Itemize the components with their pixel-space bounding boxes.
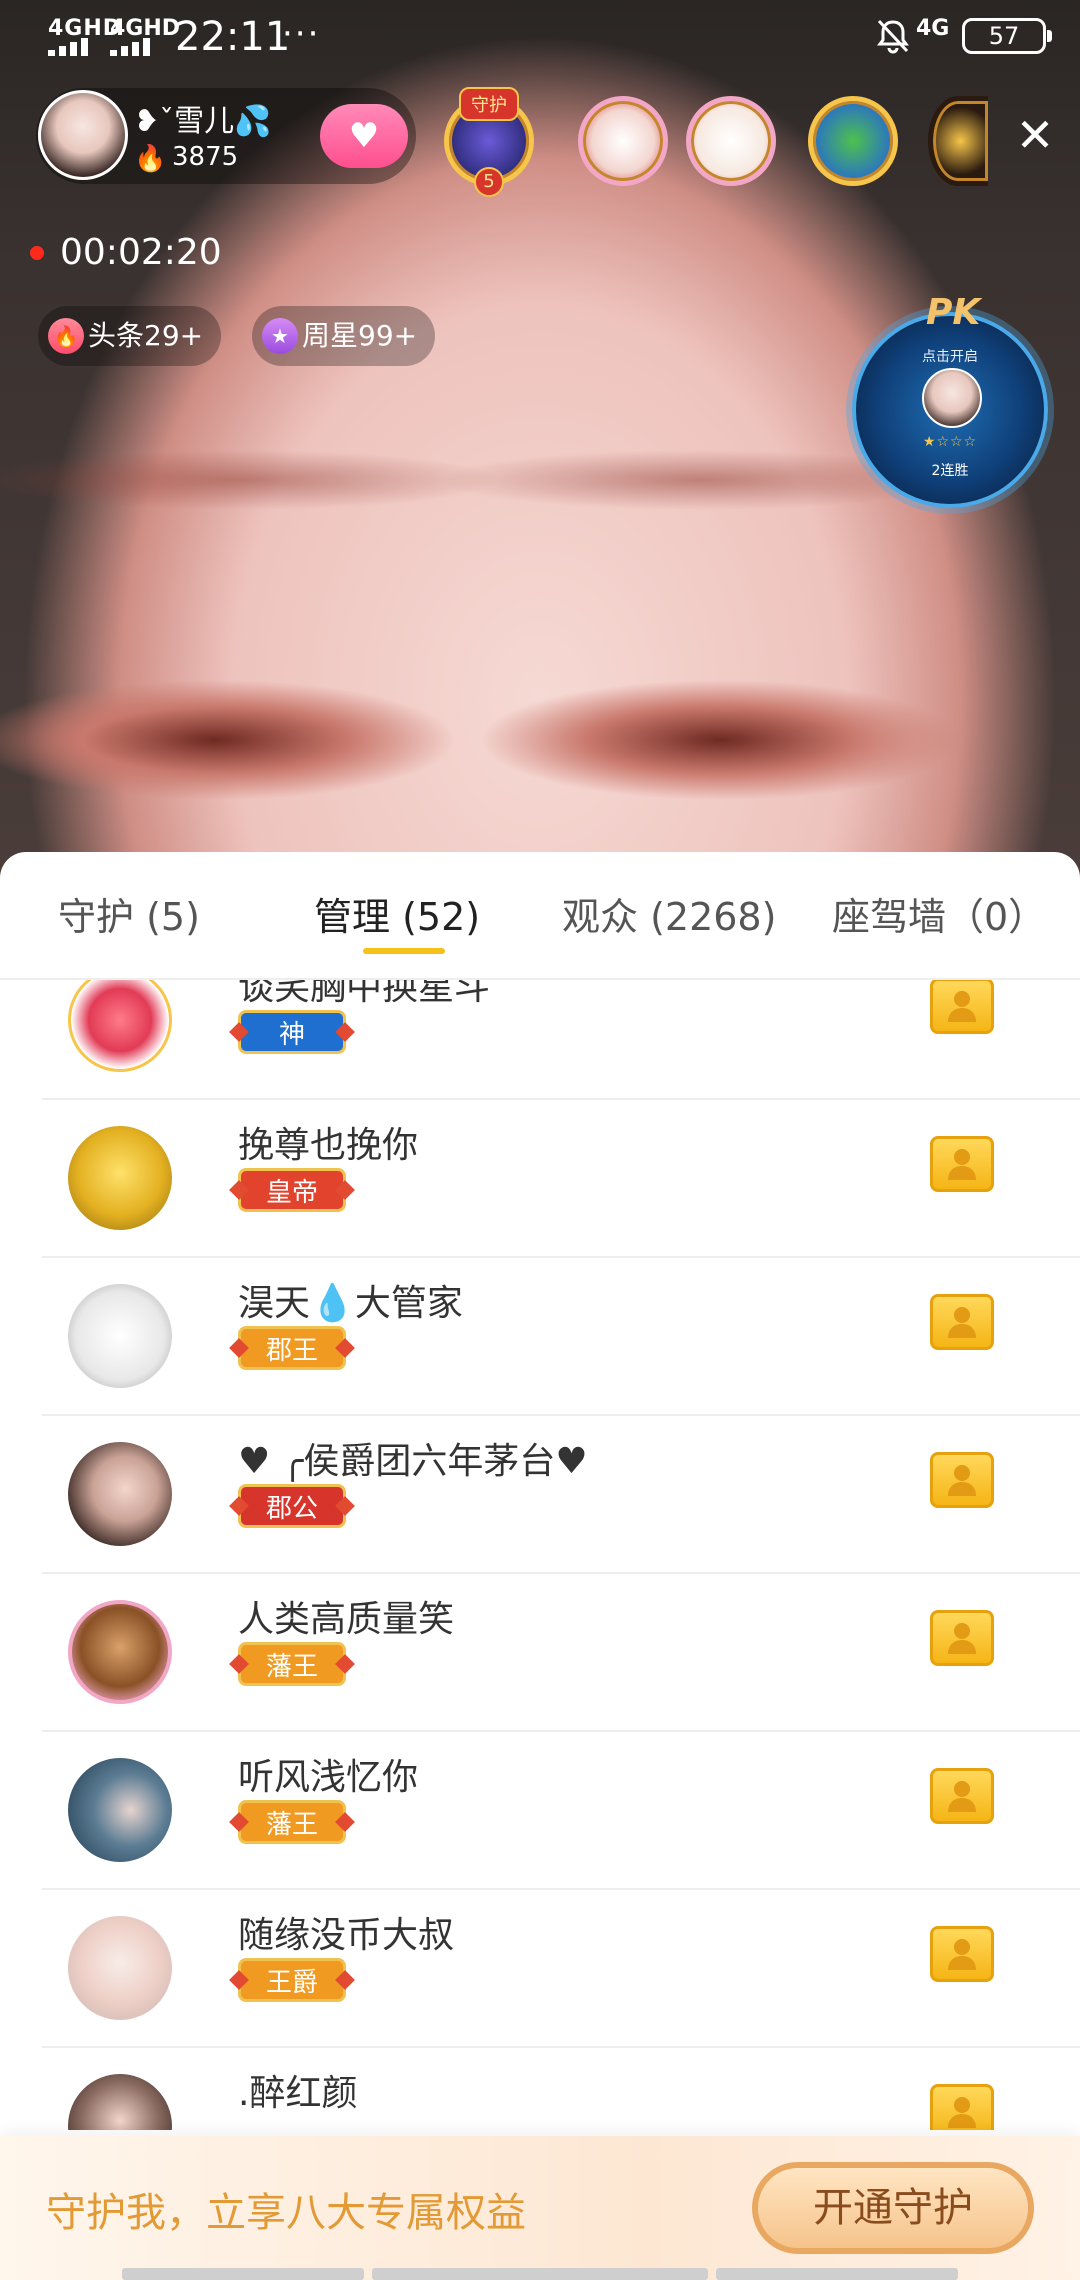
host-popularity: 3875 [172, 142, 239, 172]
viewer-avatar-3[interactable] [808, 96, 898, 186]
more-notifications-icon: ··· [282, 14, 321, 54]
member-avatar[interactable] [68, 980, 172, 1072]
user-profile-button[interactable] [930, 1136, 994, 1192]
member-avatar[interactable] [68, 1442, 172, 1546]
list-item[interactable]: ♥ ╭侯爵团六年茅台♥ 郡公 [0, 1416, 1080, 1574]
tab-bar: 守护 (5) 管理 (52) 观众 (2268) 座驾墙（0） [0, 852, 1080, 980]
member-avatar[interactable] [68, 1758, 172, 1862]
pk-streak-label: 2连胜 [931, 463, 969, 479]
member-rank-badge: 藩王 [238, 1642, 346, 1686]
guardian-count: 5 [474, 167, 504, 197]
tab-vehicle-wall[interactable]: 座驾墙（0） [832, 886, 1046, 941]
host-avatar[interactable] [38, 90, 128, 180]
live-duration: 00:02:20 [60, 232, 222, 273]
user-icon [948, 1307, 976, 1338]
active-tab-indicator [363, 948, 445, 954]
user-profile-button[interactable] [930, 1294, 994, 1350]
user-icon [948, 1149, 976, 1180]
guardian-label: 守护 [459, 87, 519, 121]
user-icon [948, 2097, 976, 2128]
member-name: 谈笑胸中换星斗 [238, 980, 491, 1008]
weekly-star-tag-label: 周星99+ [302, 319, 418, 352]
network-type-3: 4G [916, 16, 950, 41]
star-icon: ★ [262, 318, 298, 354]
member-rank-badge: 郡王 [238, 1326, 346, 1370]
guardian-promo-bar: 守护我，立享八大专属权益 开通守护 [0, 2136, 1080, 2280]
tab-audience[interactable]: 观众 (2268) [562, 886, 776, 941]
member-name: .醉红颜 [238, 2073, 358, 2114]
guardian-promo-text: 守护我，立享八大专属权益 [46, 2190, 526, 2236]
nav-hint-bar-left [122, 2268, 364, 2280]
member-name: ♥ ╭侯爵团六年茅台♥ [238, 1441, 588, 1482]
live-stream-video: 4GHD 4GHD 22:11 ··· 4G 57 ❥ˇ雪儿💦 🔥 3875 ♥… [0, 0, 1080, 880]
user-profile-button[interactable] [930, 1926, 994, 1982]
pk-stars: ★☆☆☆ [922, 434, 978, 450]
signal-strength-icon [48, 38, 98, 56]
clock: 22:11 [175, 14, 291, 60]
user-icon [948, 1781, 976, 1812]
list-item[interactable]: 人类高质量笑 藩王 [0, 1574, 1080, 1732]
user-icon [948, 1465, 976, 1496]
user-icon [948, 1939, 976, 1970]
member-avatar[interactable] [68, 2074, 172, 2130]
nav-hint-bar-right [716, 2268, 958, 2280]
member-avatar[interactable] [68, 1600, 172, 1704]
nav-hint-bar-mid [372, 2268, 708, 2280]
list-item[interactable]: 挽尊也挽你 皇帝 [0, 1100, 1080, 1258]
pk-title: PK [926, 292, 981, 333]
list-item[interactable]: 谈笑胸中换星斗 神 [0, 980, 1080, 1100]
member-name: 淏天💧大管家 [238, 1283, 463, 1324]
battery-indicator: 57 [962, 18, 1052, 54]
list-item[interactable]: 随缘没币大叔 王爵 [0, 1890, 1080, 2048]
pk-start-label: 点击开启 [922, 349, 978, 365]
notifications-off-icon [877, 19, 909, 54]
member-rank-badge: 神 [238, 1010, 346, 1054]
user-profile-button[interactable] [930, 1768, 994, 1824]
list-item[interactable]: 听风浅忆你 藩王 [0, 1732, 1080, 1890]
headline-tag-label: 头条29+ [88, 319, 204, 352]
member-name: 人类高质量笑 [238, 1599, 455, 1640]
user-profile-button[interactable] [930, 1452, 994, 1508]
viewer-avatar-1[interactable] [578, 96, 668, 186]
list-item[interactable]: 淏天💧大管家 郡王 [0, 1258, 1080, 1416]
open-guardian-button[interactable]: 开通守护 [752, 2162, 1034, 2254]
tab-guardians[interactable]: 守护 (5) [58, 886, 200, 941]
member-name: 听风浅忆你 [238, 1757, 419, 1798]
pk-host-avatar [922, 368, 982, 428]
guardian-avatar[interactable]: 守护 5 [444, 87, 534, 197]
host-name: ❥ˇ雪儿💦 [134, 104, 272, 139]
members-panel: 守护 (5) 管理 (52) 观众 (2268) 座驾墙（0） 谈笑胸中换星斗 … [0, 852, 1080, 2280]
flame-icon: 🔥 [48, 318, 84, 354]
list-item[interactable]: .醉红颜 [0, 2048, 1080, 2130]
member-name: 挽尊也挽你 [238, 1125, 419, 1166]
status-bar: 4GHD 4GHD 22:11 ··· 4G 57 [0, 0, 1080, 80]
tab-admins[interactable]: 管理 (52) [314, 886, 480, 941]
member-avatar[interactable] [68, 1126, 172, 1230]
viewer-avatar-4[interactable] [928, 96, 988, 186]
admin-list[interactable]: 谈笑胸中换星斗 神 挽尊也挽你 皇帝 淏天💧大管家 郡王 ♥ ╭侯爵团六年茅台♥… [0, 980, 1080, 2130]
headline-tag[interactable]: 🔥 头条29+ [38, 306, 222, 366]
pk-button[interactable]: 点击开启 ★☆☆☆ 2连胜 [852, 312, 1048, 508]
close-icon[interactable]: ✕ [1010, 110, 1060, 160]
user-profile-button[interactable] [930, 1610, 994, 1666]
member-name: 随缘没币大叔 [238, 1915, 455, 1956]
live-indicator-icon [30, 246, 44, 260]
user-profile-button[interactable] [930, 2084, 994, 2130]
heart-icon: ♥ [348, 116, 380, 156]
member-rank-badge: 皇帝 [238, 1168, 346, 1212]
member-rank-badge: 藩王 [238, 1800, 346, 1844]
member-rank-badge: 王爵 [238, 1958, 346, 2002]
signal-strength-2-icon [110, 38, 160, 56]
viewer-avatar-2[interactable] [686, 96, 776, 186]
member-avatar[interactable] [68, 1284, 172, 1388]
user-profile-button[interactable] [930, 980, 994, 1034]
fire-icon: 🔥 [134, 144, 167, 174]
user-icon [948, 991, 976, 1022]
member-avatar[interactable] [68, 1916, 172, 2020]
weekly-star-tag[interactable]: ★ 周星99+ [252, 306, 436, 366]
follow-button[interactable]: ♥ [320, 104, 408, 168]
member-rank-badge: 郡公 [238, 1484, 346, 1528]
user-icon [948, 1623, 976, 1654]
